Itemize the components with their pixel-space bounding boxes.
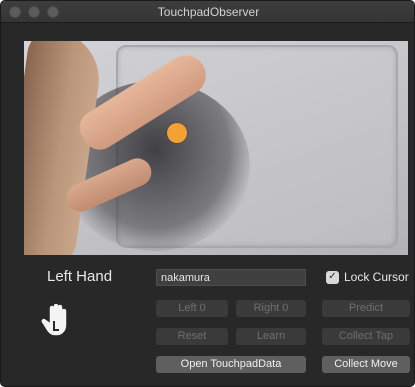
hand-label: Left Hand: [47, 268, 113, 285]
camera-preview: [24, 41, 408, 255]
app-window: TouchpadObserver Left Hand ✓ Lock Cursor…: [0, 0, 415, 387]
touch-point-marker: [167, 123, 187, 143]
collect-move-button[interactable]: Collect Move: [322, 356, 410, 373]
right-0-button[interactable]: Right 0: [236, 300, 306, 317]
learn-button[interactable]: Learn: [236, 328, 306, 345]
window-title: TouchpadObserver: [157, 5, 260, 19]
user-name-input[interactable]: [156, 269, 306, 286]
lock-cursor-label: Lock Cursor: [344, 270, 409, 284]
collect-tap-button[interactable]: Collect Tap: [322, 328, 410, 345]
title-bar[interactable]: TouchpadObserver: [1, 1, 414, 23]
lock-cursor-toggle[interactable]: ✓ Lock Cursor: [326, 270, 409, 284]
lock-cursor-checkbox[interactable]: ✓: [326, 270, 339, 284]
checkmark-icon: ✓: [328, 271, 337, 282]
reset-button[interactable]: Reset: [156, 328, 228, 345]
open-touchpad-data-button[interactable]: Open TouchpadData: [156, 356, 306, 373]
left-0-button[interactable]: Left 0: [156, 300, 228, 317]
predict-button[interactable]: Predict: [322, 300, 410, 317]
left-hand-icon: [41, 303, 67, 336]
